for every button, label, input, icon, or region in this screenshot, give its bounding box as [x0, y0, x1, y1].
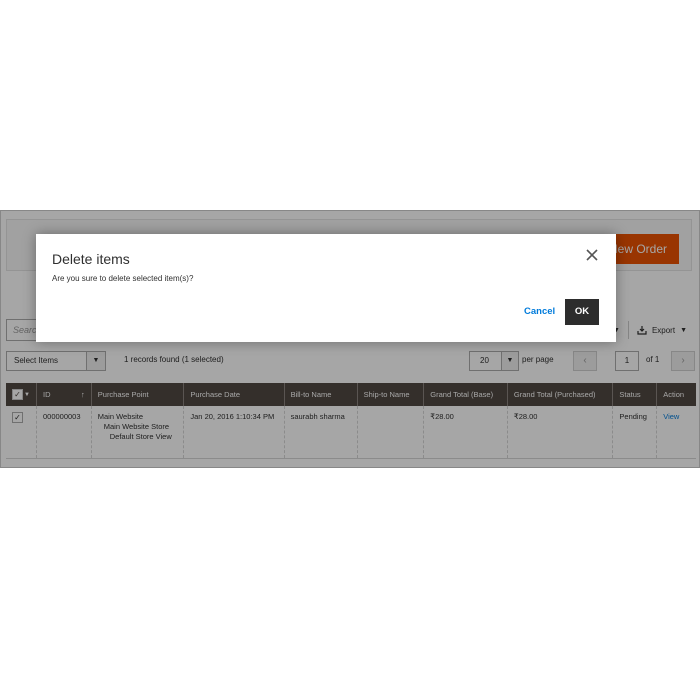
modal-title: Delete items [52, 251, 130, 267]
delete-confirm-modal: Delete items Are you sure to delete sele… [36, 234, 616, 342]
ok-button[interactable]: OK [565, 299, 599, 325]
close-icon[interactable] [582, 246, 602, 266]
close-icon-graphic [586, 249, 598, 261]
modal-message: Are you sure to delete selected item(s)? [52, 274, 194, 283]
cancel-button[interactable]: Cancel [524, 306, 555, 317]
